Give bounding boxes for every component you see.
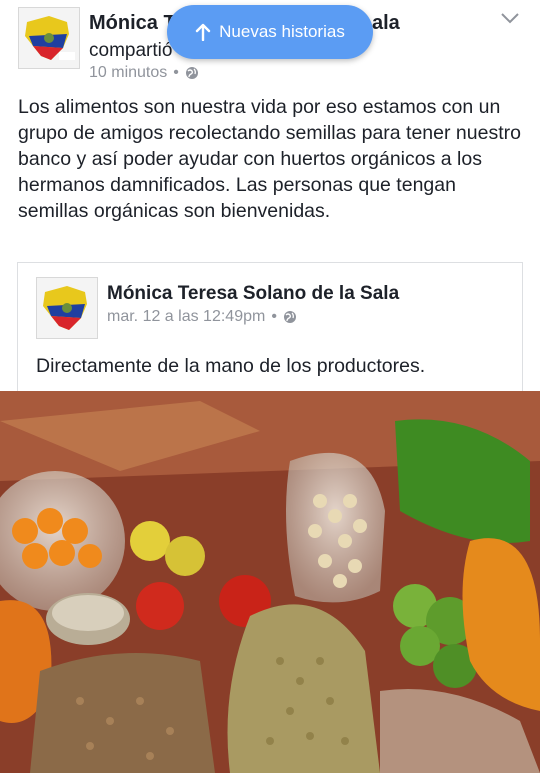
ecuador-map-avatar-image (19, 8, 79, 68)
post-author-name[interactable]: Mónica T (89, 12, 176, 35)
post-author-name-tail[interactable]: ala (372, 12, 400, 35)
ecuador-map-avatar-image (37, 278, 97, 338)
shared-post-card[interactable]: Mónica Teresa Solano de la Sala mar. 12 … (17, 262, 523, 403)
post-options-chevron-icon[interactable] (498, 8, 522, 28)
post-meta: 10 minutos • (89, 64, 199, 82)
meta-separator: • (271, 308, 277, 325)
shared-author-avatar[interactable] (36, 277, 98, 339)
globe-icon (185, 67, 198, 79)
globe-icon (283, 311, 296, 323)
food-bags-photo-illustration (0, 391, 540, 773)
shared-timestamp[interactable]: mar. 12 a las 12:49pm (107, 308, 265, 326)
new-stories-label: Nuevas historias (219, 22, 345, 41)
new-stories-button[interactable]: Nuevas historias (167, 5, 373, 59)
arrow-up-icon (195, 23, 211, 41)
post-action-text: compartió (89, 40, 173, 61)
shared-post-text: Directamente de la mano de los productor… (36, 355, 426, 377)
shared-author-name[interactable]: Mónica Teresa Solano de la Sala (107, 283, 399, 305)
shared-post-photo[interactable] (0, 391, 540, 773)
post-timestamp[interactable]: 10 minutos (89, 64, 167, 82)
shared-post-meta: mar. 12 a las 12:49pm • (107, 308, 297, 326)
post-author-avatar[interactable] (18, 7, 80, 69)
post-body-text: Los alimentos son nuestra vida por eso e… (18, 96, 521, 222)
meta-separator: • (173, 64, 179, 81)
